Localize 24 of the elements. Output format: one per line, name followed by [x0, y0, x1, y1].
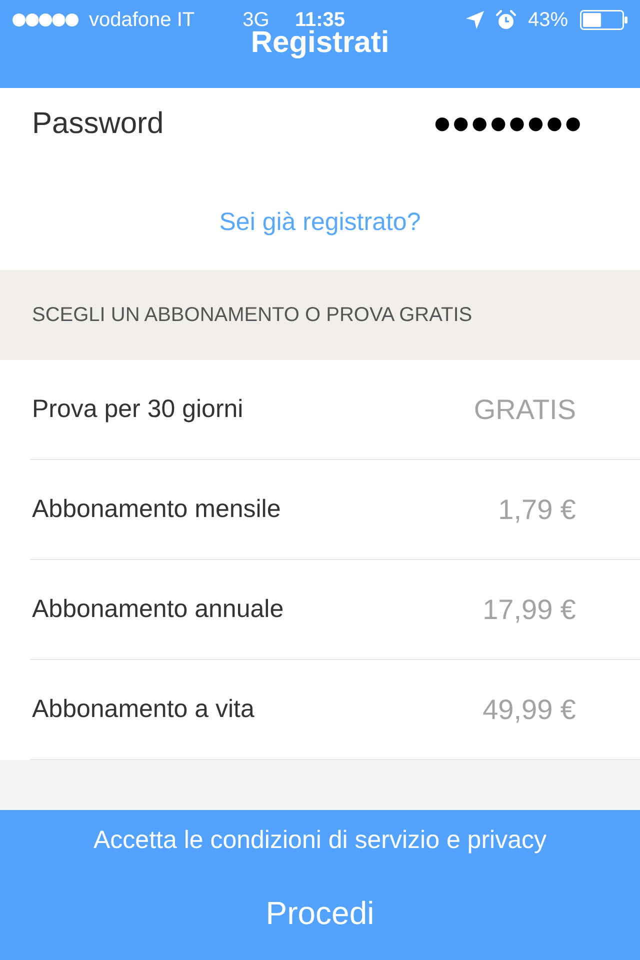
plan-name: Prova per 30 giorni [32, 397, 244, 422]
plan-price: 17,99 € [482, 596, 576, 624]
plan-row[interactable]: Prova per 30 giorni GRATIS [30, 360, 640, 460]
password-field[interactable]: ●●●●●●●● [434, 115, 584, 133]
plan-price: GRATIS [474, 396, 576, 424]
section-header: SCEGLI UN ABBONAMENTO O PROVA GRATIS [0, 270, 640, 360]
plan-row[interactable]: Abbonamento annuale 17,99 € [30, 560, 640, 660]
screen-title: Registrati [250, 28, 390, 58]
battery-icon [580, 10, 628, 30]
plan-name: Abbonamento a vita [32, 697, 254, 722]
signal-strength-icon [12, 13, 79, 27]
plan-price: 1,79 € [498, 496, 576, 524]
plan-row[interactable]: Abbonamento mensile 1,79 € [30, 460, 640, 560]
location-arrow-icon [466, 11, 484, 29]
status-time: 11:35 [294, 10, 346, 30]
password-label: Password [32, 109, 164, 139]
plan-name: Abbonamento mensile [32, 497, 281, 522]
network-type: 3G [242, 10, 270, 30]
plan-price: 49,99 € [482, 696, 576, 724]
alarm-clock-icon [496, 10, 516, 30]
plan-name: Abbonamento annuale [32, 597, 284, 622]
battery-percentage: 43% [528, 10, 568, 30]
plan-row[interactable]: Abbonamento a vita 49,99 € [30, 660, 640, 760]
carrier-name: vodafone IT [89, 10, 195, 30]
